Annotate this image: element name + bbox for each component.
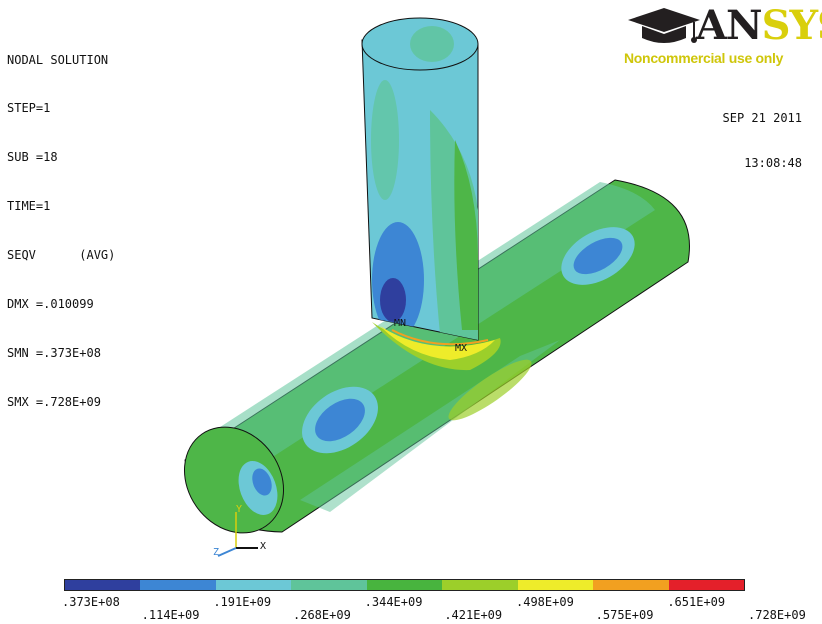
triad-y-label: Y — [236, 504, 242, 515]
timestamp-time: 13:08:48 — [744, 156, 802, 170]
ansys-viewport: MN MX Y X Z NODAL SOLUTION STEP=1 SUB =1… — [0, 0, 822, 624]
legend-value-label: .373E+08 — [62, 595, 120, 609]
legend-value-label: .498E+09 — [516, 595, 574, 609]
graduation-cap-icon — [628, 8, 700, 43]
info-line: STEP=1 — [7, 101, 51, 116]
legend-swatch — [65, 580, 141, 590]
legend-value-label: .651E+09 — [667, 595, 726, 609]
legend-swatch — [517, 580, 594, 590]
branch-pipe — [361, 17, 479, 341]
legend-value-label: .344E+09 — [364, 595, 423, 609]
min-marker: MN — [394, 318, 406, 329]
legend-swatch — [593, 580, 669, 590]
solution-title: NODAL SOLUTION — [7, 52, 109, 67]
info-line: DMX =.010099 — [7, 297, 94, 312]
legend-value-label: .114E+09 — [141, 608, 200, 622]
legend-value-label: .421E+09 — [444, 608, 503, 622]
info-line: SMX =.728E+09 — [7, 394, 101, 409]
ansys-logo: ANSYS Noncommercial use only — [618, 2, 822, 68]
info-line: SUB =18 — [7, 150, 58, 165]
info-line: TIME=1 — [7, 199, 51, 214]
max-marker: MX — [455, 343, 467, 354]
timestamp-date: SEP 21 2011 — [722, 111, 802, 125]
legend-value-label: .191E+09 — [213, 595, 272, 609]
legend-swatch — [291, 580, 367, 590]
logo-tagline: Noncommercial use only — [624, 50, 784, 66]
t-joint-model: MN MX Y X Z — [183, 17, 690, 558]
contour-legend-bar — [64, 579, 745, 591]
legend-value-label: .728E+09 — [748, 608, 806, 622]
solution-info: NODAL SOLUTION STEP=1 SUB =18 TIME=1 SEQ… — [7, 19, 115, 443]
triad-x-label: X — [260, 541, 266, 552]
legend-swatch — [668, 580, 744, 590]
legend-swatch — [442, 580, 518, 590]
legend-value-label: .575E+09 — [595, 608, 654, 622]
timestamp: SEP 21 2011 13:08:48 — [723, 81, 802, 201]
legend-value-label: .268E+09 — [293, 608, 351, 622]
legend-swatch — [215, 580, 292, 590]
info-line: SMN =.373E+08 — [7, 345, 101, 360]
legend-swatch — [366, 580, 443, 590]
triad-z-label: Z — [213, 547, 219, 558]
logo-wordmark: ANSYS — [696, 2, 822, 49]
info-line: SEQV (AVG) — [7, 248, 116, 263]
legend-swatch — [140, 580, 216, 590]
